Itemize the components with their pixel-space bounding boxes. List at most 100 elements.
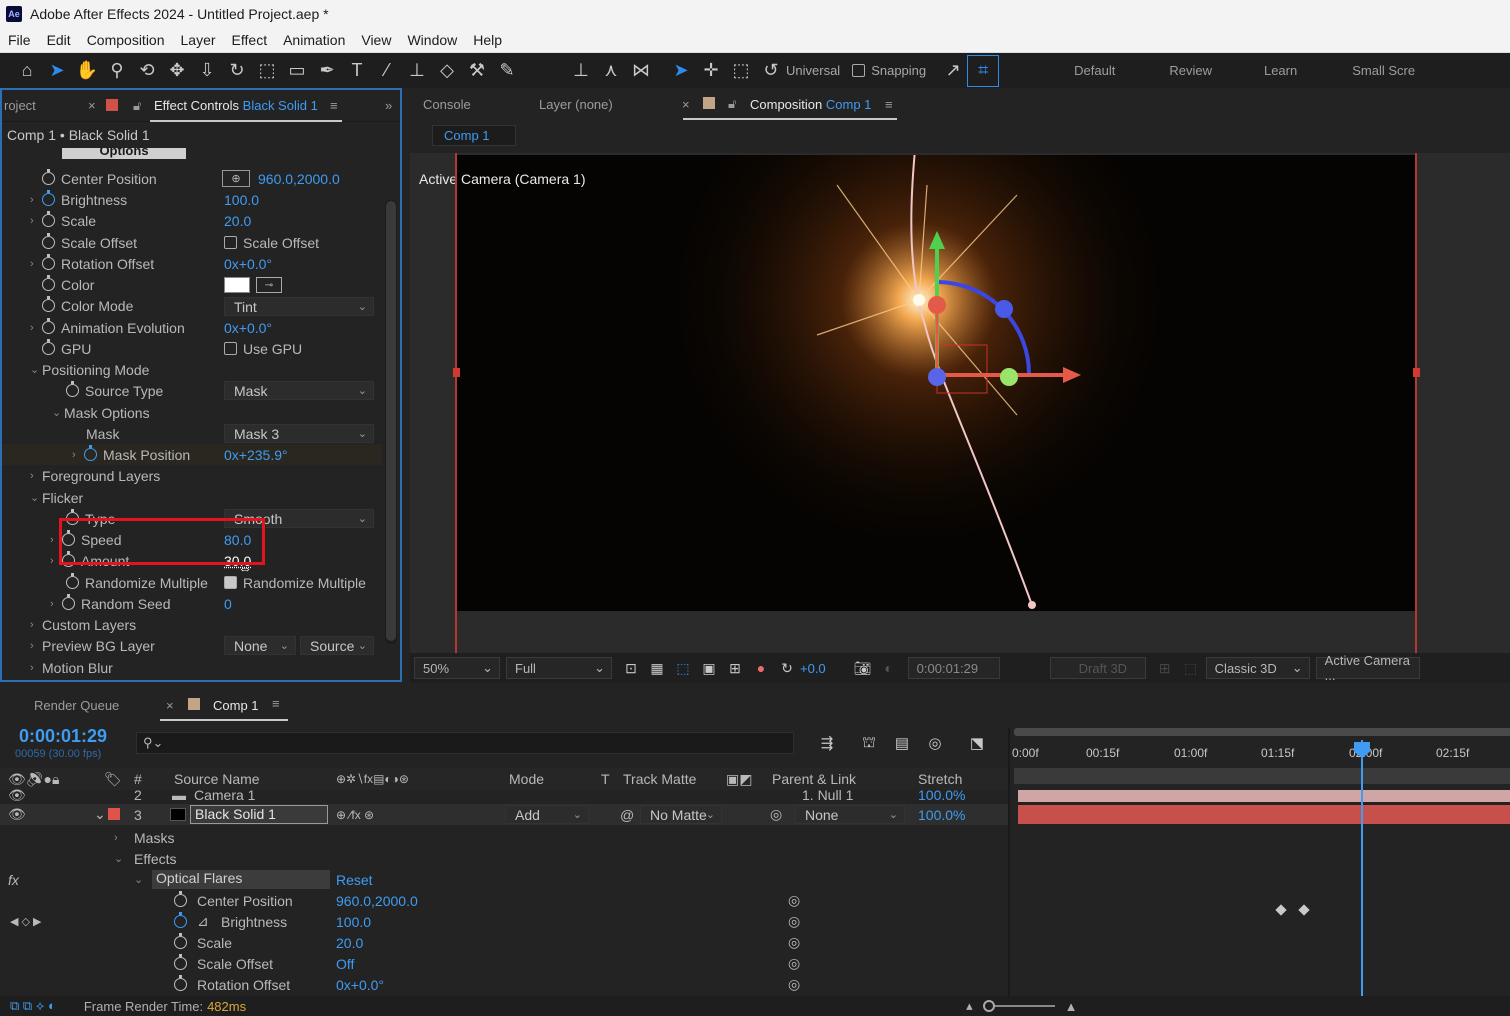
solid-layer-bar[interactable] (1018, 805, 1510, 824)
console-tab[interactable]: Console (423, 97, 471, 112)
layer-switches[interactable]: ⊕ ∕fx ⊛ (336, 808, 374, 822)
stopwatch-icon[interactable] (42, 254, 55, 270)
exposure-value[interactable]: +0.0 (800, 661, 826, 676)
time-ruler[interactable]: 0:00f 00:15f 01:00f 01:15f 02:00f 02:15f (1012, 746, 1510, 764)
layer-row-camera[interactable]: 👁︎ 2 ▬ Camera 1 1. Null 1 100.0% (0, 788, 1008, 802)
stopwatch-icon[interactable] (42, 211, 55, 227)
tl-prop-scale-offset[interactable]: Scale Offset Off ◎ (0, 953, 1008, 974)
snapping-checkbox[interactable] (852, 64, 866, 77)
resolution-dropdown[interactable]: Full ⌄ (506, 657, 612, 679)
fast-preview-icon[interactable]: ⊡ (618, 653, 644, 683)
view-axis-icon[interactable]: ⋈ (626, 56, 656, 86)
group-masks[interactable]: › Masks (0, 827, 1008, 848)
timeline-comp-tab[interactable]: Comp 1 (213, 698, 259, 713)
composition-tab[interactable]: Composition Comp 1 (750, 97, 871, 112)
rotation-handle[interactable] (995, 300, 1013, 318)
extended-viewer-icon[interactable]: ⬚ (1178, 653, 1204, 683)
eraser-icon[interactable]: ◇ (432, 56, 462, 86)
stopwatch-icon[interactable] (174, 954, 187, 970)
stopwatch-icon[interactable] (42, 318, 55, 334)
expand-panels-icon[interactable]: » (385, 98, 392, 113)
mask-position-value[interactable]: 0x+235.9° (224, 444, 288, 465)
center-position-value[interactable]: 960.0,2000.0 (258, 168, 340, 189)
stopwatch-icon[interactable] (66, 573, 79, 589)
view-dropdown[interactable]: Active Camera ... (1315, 653, 1420, 683)
snap-features-icon[interactable]: ⌗ (967, 54, 1000, 87)
stopwatch-icon[interactable] (62, 594, 75, 610)
stopwatch-icon[interactable] (42, 233, 55, 249)
workspace-default[interactable]: Default (1074, 63, 1115, 78)
panel-menu-icon[interactable]: ≡ (885, 97, 893, 112)
close-tab-icon[interactable]: × (682, 97, 690, 112)
puppet-pin-icon[interactable]: ✎ (492, 56, 522, 86)
lock-icon[interactable]: 🔓︎ (728, 96, 736, 112)
composition-viewer[interactable]: Active Camera (Camera 1) (410, 153, 1510, 653)
effect-controls-tab[interactable]: Effect Controls Black Solid 1 (154, 98, 318, 113)
menu-edit[interactable]: Edit (39, 32, 79, 48)
menu-file[interactable]: File (0, 32, 39, 48)
z-axis-handle[interactable] (928, 296, 946, 314)
pan-camera-icon[interactable]: ✥ (162, 56, 192, 86)
lock-icon[interactable]: 🔓︎ (133, 98, 141, 114)
menu-layer[interactable]: Layer (173, 32, 224, 48)
parent-dropdown[interactable]: None ⌄ (795, 805, 905, 824)
stopwatch-icon[interactable] (42, 296, 55, 312)
layer-tab[interactable]: Layer (none) (539, 97, 613, 112)
menu-view[interactable]: View (353, 32, 399, 48)
group-custom-layers[interactable]: › Custom Layers (30, 614, 136, 635)
graph-editor-icon[interactable]: ⬔ (962, 728, 992, 758)
expression-pickwhip-icon[interactable]: ◎ (788, 955, 800, 972)
3d-ground-plane-icon[interactable]: ⊞ (1152, 653, 1178, 683)
expression-pickwhip-icon[interactable]: ◎ (788, 934, 800, 951)
expression-pickwhip-icon[interactable]: ◎ (788, 913, 800, 930)
project-tab[interactable]: roject (4, 98, 36, 113)
menu-composition[interactable]: Composition (79, 32, 173, 48)
mask-path-visibility-icon[interactable]: ⬚ (670, 653, 696, 683)
random-seed-value[interactable]: 0 (224, 593, 232, 614)
camera-layer-bar[interactable] (1018, 790, 1510, 802)
eyedropper-icon[interactable]: ⊸ (256, 277, 282, 293)
expression-pickwhip-icon[interactable]: ◎ (788, 892, 800, 909)
zoom-tool-icon[interactable]: ⚲ (102, 56, 132, 86)
region-of-interest-icon[interactable]: ▣ (696, 653, 722, 683)
home-icon[interactable]: ⌂ (12, 56, 42, 86)
rotation-offset-value[interactable]: 0x+0.0° (224, 253, 272, 274)
source-type-dropdown[interactable]: Mask ⌄ (224, 381, 374, 400)
clone-stamp-icon[interactable]: ⊥ (402, 56, 432, 86)
effect-optical-flares[interactable]: fx ⌄ Optical Flares Reset (0, 869, 1008, 890)
workspace-learn[interactable]: Learn (1264, 63, 1297, 78)
path-end-point[interactable] (1028, 601, 1036, 609)
scrollbar[interactable] (385, 200, 397, 644)
time-navigator[interactable] (1014, 728, 1510, 736)
stopwatch-icon[interactable] (42, 339, 55, 355)
comp-subtab[interactable]: Comp 1 (432, 125, 516, 146)
show-snapshot-icon[interactable]: ◐ (876, 653, 902, 683)
layer-label-color[interactable] (108, 790, 120, 802)
group-effects[interactable]: ⌄ Effects (0, 848, 1008, 869)
pickwhip-icon[interactable]: @ (620, 807, 634, 823)
zoom-in-icon[interactable]: ▲ (1065, 999, 1078, 1014)
timeline-zoom-slider[interactable] (982, 1000, 1055, 1012)
group-mask-options[interactable]: ⌄ Mask Options (52, 402, 150, 423)
expression-pickwhip-icon[interactable]: ◎ (788, 976, 800, 993)
snap-edges-icon[interactable]: ↗ (938, 56, 968, 86)
tl-prop-rotation-offset[interactable]: Rotation Offset 0x+0.0° ◎ (0, 974, 1008, 995)
move-3d-icon[interactable]: ✛ (696, 56, 726, 86)
scale-offset-checkbox[interactable]: Scale Offset (224, 232, 319, 253)
stopwatch-icon[interactable] (42, 169, 55, 185)
roto-brush-icon[interactable]: ⚒ (462, 56, 492, 86)
source-name-header[interactable]: Source Name (174, 771, 260, 787)
dolly-camera-icon[interactable]: ⇩ (192, 56, 222, 86)
layer-label-color[interactable] (108, 808, 120, 820)
stopwatch-icon[interactable] (42, 275, 55, 291)
comp-canvas[interactable]: Active Camera (Camera 1) (419, 155, 1417, 611)
work-area-bar[interactable] (1014, 768, 1510, 784)
resize-handle-left[interactable] (453, 368, 460, 377)
draft-3d-icon[interactable]: ⛫ (854, 728, 884, 758)
layer-search-input[interactable]: ⚲⌄ (136, 732, 794, 754)
frame-blending-icon[interactable]: ▤ (887, 728, 917, 758)
reset-link[interactable]: Reset (336, 872, 373, 888)
group-motion-blur[interactable]: › Motion Blur (30, 657, 113, 678)
tl-prop-center-position[interactable]: Center Position 960.0,2000.0 ◎ (0, 890, 1008, 911)
preview-bg-dropdown[interactable]: None ⌄ (224, 636, 296, 655)
